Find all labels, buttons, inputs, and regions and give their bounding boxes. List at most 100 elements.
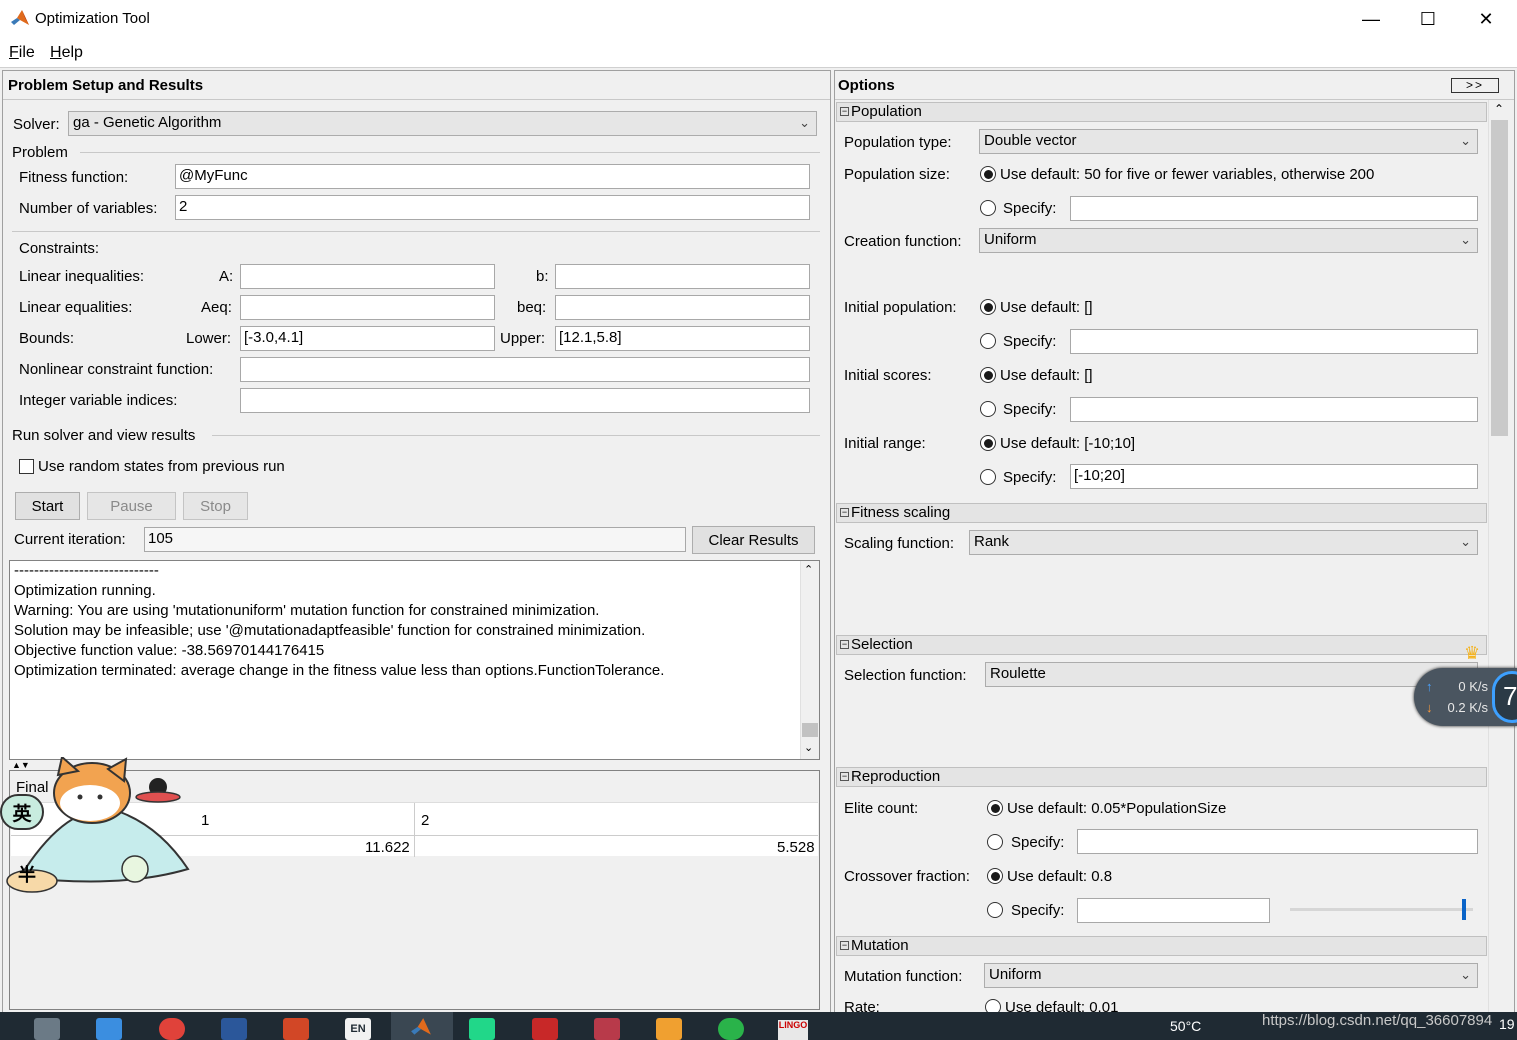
scroll-up-icon[interactable]: ⌃ [1494, 102, 1504, 116]
upper-bounds-input[interactable]: [12.1,5.8] [555, 326, 810, 351]
scroll-up-icon[interactable]: ⌃ [804, 563, 813, 576]
initial-range-label: Initial range: [844, 435, 926, 452]
elite-count-input[interactable] [1077, 829, 1478, 854]
elite-count-specify-radio[interactable] [987, 834, 1003, 850]
a-matrix-input[interactable] [240, 264, 495, 289]
lingo-icon[interactable]: LINGO [778, 1020, 808, 1040]
collapse-icon[interactable]: − [840, 107, 849, 116]
reproduction-section-header[interactable]: − Reproduction [836, 767, 1487, 787]
selection-function-value: Roulette [990, 665, 1046, 682]
random-states-checkbox[interactable] [19, 459, 34, 474]
fitness-function-input[interactable]: @MyFunc [175, 164, 810, 189]
initial-scores-default-radio[interactable] [980, 367, 996, 383]
scaling-function-dropdown[interactable]: Rank ⌄ [969, 530, 1478, 555]
nvars-input[interactable]: 2 [175, 195, 810, 220]
population-section-header[interactable]: − Population [836, 102, 1487, 122]
upload-speed: 0 K/s [1458, 679, 1488, 694]
crossover-slider-thumb[interactable] [1461, 899, 1466, 920]
population-type-value: Double vector [984, 132, 1077, 149]
integer-indices-input[interactable] [240, 388, 810, 413]
taskbar-app-icon[interactable] [594, 1018, 620, 1040]
collapse-icon[interactable]: − [840, 640, 849, 649]
nonlinear-constraint-input[interactable] [240, 357, 810, 382]
initial-population-input[interactable] [1070, 329, 1478, 354]
creation-function-dropdown[interactable]: Uniform ⌄ [979, 228, 1478, 253]
log-scrollbar[interactable]: ⌃ ⌄ [800, 561, 819, 759]
chevron-down-icon: ⌄ [1460, 133, 1471, 148]
pycharm-icon[interactable] [469, 1018, 495, 1040]
taskbar-app-icon[interactable] [532, 1018, 558, 1040]
crossover-fraction-label: Crossover fraction: [844, 868, 970, 885]
population-size-default-radio[interactable] [980, 166, 996, 182]
taskbar-app-icon[interactable] [96, 1018, 122, 1040]
taskbar-app-icon[interactable] [34, 1018, 60, 1040]
elite-count-specify-label: Specify: [1011, 834, 1065, 851]
table-cell-x1[interactable]: 11.622 [365, 839, 410, 856]
population-type-dropdown[interactable]: Double vector ⌄ [979, 129, 1478, 154]
mutation-section-header[interactable]: − Mutation [836, 936, 1487, 956]
b-vector-input[interactable] [555, 264, 810, 289]
selection-function-dropdown[interactable]: Roulette [985, 662, 1478, 687]
initial-range-specify-label: Specify: [1003, 469, 1057, 486]
initial-population-default-radio[interactable] [980, 299, 996, 315]
elite-count-default-radio[interactable] [987, 800, 1003, 816]
ime-mascot-overlay[interactable]: 英 半 [0, 757, 195, 897]
network-speed-widget[interactable]: ↑ 0 K/s ↓ 0.2 K/s 7 [1414, 668, 1517, 726]
collapse-icon[interactable]: − [840, 508, 849, 517]
beq-vector-input[interactable] [555, 295, 810, 320]
initial-range-input[interactable]: [-10;20] [1070, 464, 1478, 489]
powerpoint-icon[interactable] [283, 1018, 309, 1040]
start-button[interactable]: Start [15, 492, 80, 520]
collapse-icon[interactable]: − [840, 941, 849, 950]
aeq-matrix-input[interactable] [240, 295, 495, 320]
expand-options-button[interactable]: >> [1451, 78, 1499, 93]
initial-scores-input[interactable] [1070, 397, 1478, 422]
initial-population-specify-radio[interactable] [980, 333, 996, 349]
initial-range-default-label: Use default: [-10;10] [1000, 435, 1136, 452]
initial-range-specify-radio[interactable] [980, 469, 996, 485]
table-cell-x2[interactable]: 5.528 [777, 839, 815, 856]
stop-button[interactable]: Stop [183, 492, 248, 520]
scroll-down-icon[interactable]: ⌄ [804, 741, 813, 754]
solver-label: Solver: [13, 116, 60, 133]
menu-help[interactable]: Help [50, 44, 83, 62]
pause-button[interactable]: Pause [87, 492, 176, 520]
population-size-specify-radio[interactable] [980, 200, 996, 216]
maximize-button[interactable]: ☐ [1399, 0, 1457, 38]
options-scrollbar[interactable]: ⌃ [1488, 100, 1510, 1012]
crossover-default-radio[interactable] [987, 868, 1003, 884]
chrome-icon[interactable] [159, 1018, 185, 1040]
initial-scores-specify-radio[interactable] [980, 401, 996, 417]
solver-dropdown[interactable]: ga - Genetic Algorithm ⌄ [68, 111, 817, 136]
ime-width-badge[interactable]: 半 [18, 861, 36, 887]
selection-section-header[interactable]: − Selection [836, 635, 1487, 655]
taskbar-app-icon[interactable] [656, 1018, 682, 1040]
population-size-input[interactable] [1070, 196, 1478, 221]
menu-file[interactable]: File [9, 44, 35, 62]
clear-results-button[interactable]: Clear Results [692, 526, 815, 554]
matlab-logo-icon [11, 10, 29, 25]
collapse-icon[interactable]: − [840, 772, 849, 781]
scroll-thumb[interactable] [1491, 120, 1508, 436]
taskbar-active-app[interactable] [391, 1012, 453, 1040]
crossover-fraction-input[interactable] [1077, 898, 1270, 923]
download-speed: 0.2 K/s [1447, 700, 1488, 715]
mutation-function-dropdown[interactable]: Uniform ⌄ [984, 963, 1478, 988]
minimize-button[interactable]: — [1342, 0, 1400, 38]
population-type-label: Population type: [844, 134, 952, 151]
fitness-scaling-section-header[interactable]: − Fitness scaling [836, 503, 1487, 523]
constraints-divider [12, 231, 820, 232]
lower-bounds-input[interactable]: [-3.0,4.1] [240, 326, 495, 351]
initial-range-default-radio[interactable] [980, 435, 996, 451]
close-button[interactable]: ✕ [1457, 0, 1515, 38]
problem-group-label: Problem [12, 144, 68, 161]
word-icon[interactable] [221, 1018, 247, 1040]
ime-mode-badge[interactable]: 英 [0, 794, 44, 830]
scroll-thumb[interactable] [802, 723, 818, 737]
crossover-slider[interactable] [1290, 899, 1473, 920]
taskbar-app-icon[interactable] [718, 1018, 744, 1040]
results-log[interactable]: ----------------------------- Optimizati… [9, 560, 820, 760]
population-size-specify-label: Specify: [1003, 200, 1057, 217]
ime-en-icon[interactable]: EN [345, 1018, 371, 1040]
crossover-specify-radio[interactable] [987, 902, 1003, 918]
